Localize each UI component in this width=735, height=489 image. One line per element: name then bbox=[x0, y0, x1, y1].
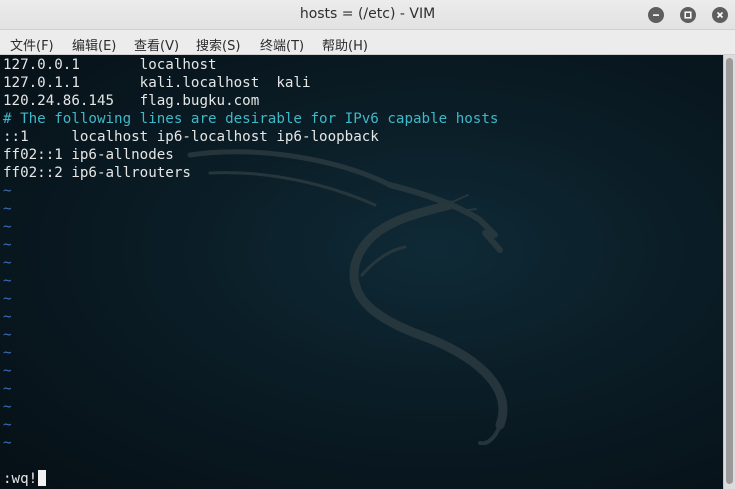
empty-line-marker: ~ bbox=[3, 327, 12, 343]
empty-line-marker: ~ bbox=[3, 435, 12, 451]
vertical-scrollbar[interactable] bbox=[723, 55, 735, 489]
vim-command-line[interactable]: :wq! bbox=[3, 470, 47, 488]
menu-search[interactable]: 搜索(S) bbox=[196, 35, 240, 54]
buffer-line: 127.0.1.1 kali.localhost kali bbox=[3, 75, 311, 91]
command-text: :wq! bbox=[3, 471, 38, 487]
close-button[interactable] bbox=[712, 7, 728, 23]
empty-line-marker: ~ bbox=[3, 237, 12, 253]
maximize-icon bbox=[684, 11, 692, 19]
buffer-line: ff02::1 ip6-allnodes bbox=[3, 147, 174, 163]
title-bar: hosts = (/etc) - VIM bbox=[0, 0, 735, 30]
menu-view[interactable]: 查看(V) bbox=[134, 35, 179, 54]
menu-bar: 文件(F) 编辑(E) 查看(V) 搜索(S) 终端(T) 帮助(H) bbox=[0, 30, 735, 55]
menu-help[interactable]: 帮助(H) bbox=[322, 35, 368, 54]
empty-line-marker: ~ bbox=[3, 417, 12, 433]
empty-line-marker: ~ bbox=[3, 255, 12, 271]
buffer-line: 127.0.0.1 localhost bbox=[3, 57, 217, 73]
terminal-area[interactable]: 127.0.0.1 localhost 127.0.1.1 kali.local… bbox=[0, 55, 723, 489]
menu-file[interactable]: 文件(F) bbox=[10, 35, 54, 54]
buffer-line: ff02::2 ip6-allrouters bbox=[3, 165, 191, 181]
editor-buffer: 127.0.0.1 localhost 127.0.1.1 kali.local… bbox=[3, 56, 498, 452]
empty-line-marker: ~ bbox=[3, 363, 12, 379]
empty-line-marker: ~ bbox=[3, 291, 12, 307]
buffer-comment-line: # The following lines are desirable for … bbox=[3, 111, 499, 127]
window-title: hosts = (/etc) - VIM bbox=[299, 6, 436, 22]
buffer-line: ::1 localhost ip6-localhost ip6-loopback bbox=[3, 129, 379, 145]
menu-terminal[interactable]: 终端(T) bbox=[260, 35, 304, 54]
maximize-button[interactable] bbox=[680, 7, 696, 23]
empty-line-marker: ~ bbox=[3, 183, 12, 199]
empty-line-marker: ~ bbox=[3, 201, 12, 217]
text-cursor bbox=[38, 470, 47, 486]
scrollbar-thumb[interactable] bbox=[726, 58, 733, 484]
minimize-icon bbox=[653, 14, 659, 16]
minimize-button[interactable] bbox=[648, 7, 664, 23]
empty-line-marker: ~ bbox=[3, 273, 12, 289]
empty-line-marker: ~ bbox=[3, 399, 12, 415]
empty-line-marker: ~ bbox=[3, 345, 12, 361]
empty-line-marker: ~ bbox=[3, 219, 12, 235]
close-icon bbox=[716, 11, 724, 19]
empty-line-marker: ~ bbox=[3, 381, 12, 397]
empty-line-marker: ~ bbox=[3, 309, 12, 325]
buffer-line: 120.24.86.145 flag.bugku.com bbox=[3, 93, 260, 109]
menu-edit[interactable]: 编辑(E) bbox=[72, 35, 116, 54]
